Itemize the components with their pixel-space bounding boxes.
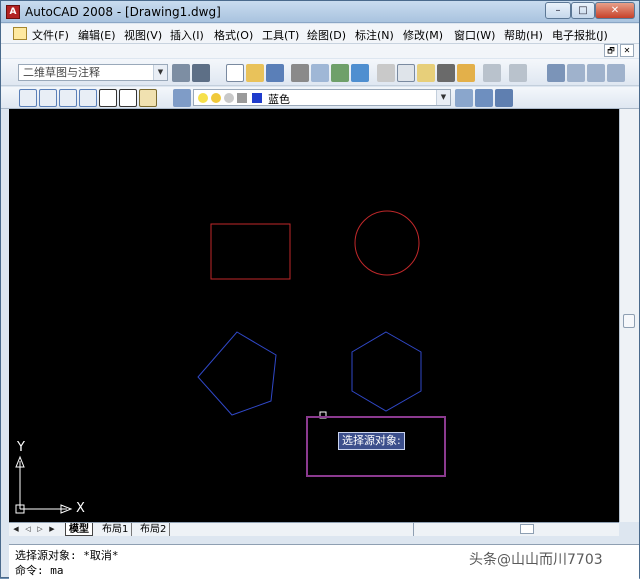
first-tab-arrow-icon[interactable]: ◀ <box>11 524 21 535</box>
workspace-value: 二维草图与注释 <box>23 66 100 79</box>
pan-icon[interactable] <box>547 64 565 82</box>
block-editor-icon[interactable] <box>457 64 475 82</box>
make-current-layer-icon[interactable] <box>455 89 473 107</box>
layer-color-swatch <box>252 93 262 103</box>
maximize-button[interactable]: □ <box>571 2 595 19</box>
dynamic-input-tooltip: 选择源对象: <box>338 432 405 450</box>
horizontal-scroll-thumb[interactable] <box>520 524 534 534</box>
close-button[interactable]: ✕ <box>595 2 635 19</box>
menu-dimension[interactable]: 标注(N) <box>355 27 394 43</box>
undo-icon[interactable] <box>483 64 501 82</box>
layer-value: 蓝色 <box>268 93 290 106</box>
window-title: AutoCAD 2008 - [Drawing1.dwg] <box>25 5 221 19</box>
workspace-settings-icon[interactable] <box>172 64 190 82</box>
match-properties-icon[interactable] <box>437 64 455 82</box>
chevron-down-icon[interactable]: ▼ <box>436 90 450 105</box>
layout-tab-bar: ◀ ◁ ▷ ▶ 模型 布局1 布局2 <box>9 522 619 536</box>
layers-toolbar: 蓝色 ▼ <box>1 87 639 109</box>
command-prompt-line[interactable]: 命令: ma <box>15 562 64 578</box>
tab-layout2[interactable]: 布局2 <box>137 523 171 536</box>
restore-document-button[interactable]: 🗗 <box>604 44 618 57</box>
cut-icon[interactable] <box>377 64 395 82</box>
menu-view[interactable]: 视图(V) <box>124 27 162 43</box>
menu-help[interactable]: 帮助(H) <box>504 27 543 43</box>
close-document-button[interactable]: ✕ <box>620 44 634 57</box>
prev-tab-arrow-icon[interactable]: ◁ <box>23 524 33 535</box>
workspace-icon[interactable] <box>192 64 210 82</box>
custom-tool-5-icon[interactable] <box>99 89 117 107</box>
horizontal-scrollbar[interactable] <box>413 523 619 536</box>
menu-tools[interactable]: 工具(T) <box>262 27 299 43</box>
menu-draw[interactable]: 绘图(D) <box>307 27 346 43</box>
layer-states-icon[interactable] <box>495 89 513 107</box>
title-bar: A AutoCAD 2008 - [Drawing1.dwg] – □ ✕ <box>1 1 639 23</box>
publish-icon[interactable] <box>331 64 349 82</box>
open-file-icon[interactable] <box>246 64 264 82</box>
save-icon[interactable] <box>266 64 284 82</box>
print-preview-icon[interactable] <box>311 64 329 82</box>
autocad-window: A AutoCAD 2008 - [Drawing1.dwg] – □ ✕ 文件… <box>0 0 640 579</box>
new-file-icon[interactable] <box>226 64 244 82</box>
watermark-text: 头条@山山而川7703 <box>469 552 603 568</box>
next-tab-arrow-icon[interactable]: ▷ <box>35 524 45 535</box>
menu-file[interactable]: 文件(F) <box>32 27 69 43</box>
menu-bar: 文件(F) 编辑(E) 视图(V) 插入(I) 格式(O) 工具(T) 绘图(D… <box>1 24 639 44</box>
3d-dwf-icon[interactable] <box>351 64 369 82</box>
minimize-button[interactable]: – <box>545 2 571 19</box>
zoom-previous-icon[interactable] <box>607 64 625 82</box>
ucs-y-label: Y <box>17 440 25 455</box>
menu-format[interactable]: 格式(O) <box>214 27 253 43</box>
menu-modify[interactable]: 修改(M) <box>403 27 443 43</box>
layer-dropdown[interactable]: 蓝色 ▼ <box>193 89 451 106</box>
lock-icon[interactable] <box>237 93 247 103</box>
custom-tool-3-icon[interactable] <box>59 89 77 107</box>
mdi-controls: 🗗 ✕ <box>1 44 639 58</box>
redo-icon[interactable] <box>509 64 527 82</box>
standard-toolbar: 二维草图与注释 ▼ <box>1 59 639 86</box>
paste-icon[interactable] <box>417 64 435 82</box>
last-tab-arrow-icon[interactable]: ▶ <box>47 524 57 535</box>
vertical-scroll-thumb[interactable] <box>623 314 635 328</box>
zoom-realtime-icon[interactable] <box>567 64 585 82</box>
custom-tool-2-icon[interactable] <box>39 89 57 107</box>
red-rectangle[interactable] <box>210 223 291 280</box>
layer-previous-icon[interactable] <box>475 89 493 107</box>
menu-window[interactable]: 窗口(W) <box>454 27 495 43</box>
copy-icon[interactable] <box>397 64 415 82</box>
tab-model[interactable]: 模型 <box>65 523 93 536</box>
lightbulb-icon[interactable] <box>198 93 208 103</box>
ucs-x-label: X <box>76 501 85 516</box>
document-icon[interactable] <box>13 27 27 40</box>
vertical-scrollbar[interactable] <box>619 109 639 522</box>
blue-hexagon[interactable] <box>351 331 422 412</box>
menu-edit[interactable]: 编辑(E) <box>78 27 116 43</box>
custom-tool-1-icon[interactable] <box>19 89 37 107</box>
zoom-window-icon[interactable] <box>587 64 605 82</box>
blue-pentagon[interactable] <box>197 331 277 416</box>
command-window[interactable]: 选择源对象: *取消* 命令: ma 头条@山山而川7703 <box>9 544 639 579</box>
print-icon[interactable] <box>291 64 309 82</box>
command-history-line: 选择源对象: *取消* <box>15 549 119 562</box>
custom-tool-7-icon[interactable] <box>139 89 157 107</box>
layer-properties-icon[interactable] <box>173 89 191 107</box>
workspace-dropdown[interactable]: 二维草图与注释 ▼ <box>18 64 168 81</box>
custom-tool-4-icon[interactable] <box>79 89 97 107</box>
drawing-canvas[interactable]: 选择源对象: X Y <box>9 109 619 522</box>
menu-e-approval[interactable]: 电子报批(J) <box>552 27 608 43</box>
red-circle[interactable] <box>354 210 420 276</box>
menu-insert[interactable]: 插入(I) <box>170 27 204 43</box>
autocad-app-icon[interactable]: A <box>6 5 20 19</box>
chevron-down-icon[interactable]: ▼ <box>153 65 167 80</box>
sun-icon[interactable] <box>211 93 221 103</box>
custom-tool-6-icon[interactable] <box>119 89 137 107</box>
tab-layout1[interactable]: 布局1 <box>99 523 133 536</box>
freeze-viewport-icon[interactable] <box>224 93 234 103</box>
